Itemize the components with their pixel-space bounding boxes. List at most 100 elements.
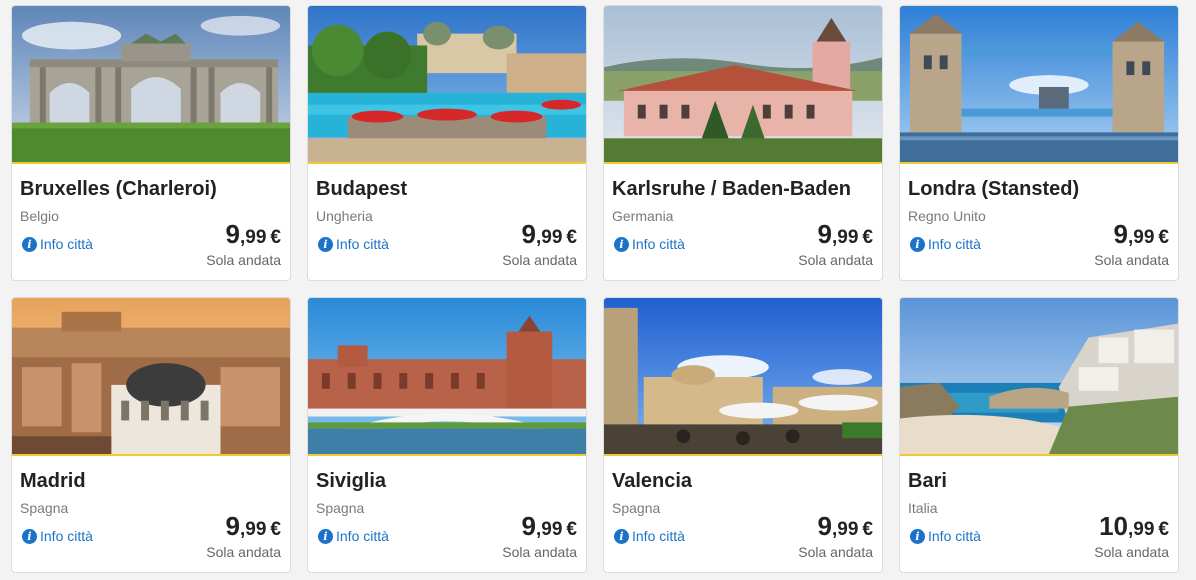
trip-type: Sola andata	[1094, 544, 1169, 560]
destination-info: Valencia Spagna i Info città 9,99 € Sola a…	[604, 456, 882, 572]
destination-price: 9,99 €	[522, 219, 577, 250]
destination-photo-valencia	[604, 298, 882, 456]
city-info-link[interactable]: i Info città	[910, 528, 981, 544]
destination-photo-siviglia	[308, 298, 586, 456]
city-info-link[interactable]: i Info città	[22, 236, 93, 252]
price-decimals: ,99	[1128, 519, 1155, 540]
destination-card-bari[interactable]: Bari Italia i Info città 10,99 € Sola anda…	[899, 297, 1179, 573]
trip-type: Sola andata	[206, 252, 281, 268]
price-decimals: ,99	[832, 519, 859, 540]
destination-city: Bari	[908, 470, 947, 492]
destination-card-siviglia[interactable]: Siviglia Spagna i Info città 9,99 € Sola a…	[307, 297, 587, 573]
destination-card-budapest[interactable]: Budapest Ungheria i Info città 9,99 € Sola…	[307, 5, 587, 281]
destination-country: Ungheria	[316, 208, 373, 224]
destination-price: 9,99 €	[818, 511, 873, 542]
price-integer: 9	[1113, 219, 1128, 249]
city-info-link[interactable]: i Info città	[318, 236, 389, 252]
destination-card-karlsruhe[interactable]: Karlsruhe / Baden-Baden Germania i Info c…	[603, 5, 883, 281]
destination-city: Bruxelles (Charleroi)	[20, 178, 217, 200]
info-circle-icon: i	[614, 528, 629, 544]
destination-price: 9,99 €	[1114, 219, 1169, 250]
destination-info: Londra (Stansted) Regno Unito i Info citt…	[900, 164, 1178, 280]
destination-country: Germania	[612, 208, 674, 224]
destination-country: Belgio	[20, 208, 59, 224]
city-info-label: Info città	[336, 528, 389, 544]
destination-photo-budapest	[308, 6, 586, 164]
destination-card-londra[interactable]: Londra (Stansted) Regno Unito i Info citt…	[899, 5, 1179, 281]
destination-city: Budapest	[316, 178, 408, 200]
destination-info: Budapest Ungheria i Info città 9,99 € Sola…	[308, 164, 586, 280]
destination-price: 9,99 €	[226, 511, 281, 542]
trip-type: Sola andata	[798, 544, 873, 560]
destination-country: Spagna	[20, 500, 69, 516]
price-decimals: ,99	[536, 227, 563, 248]
destination-city: Karlsruhe / Baden-Baden	[612, 178, 851, 200]
trip-type: Sola andata	[206, 544, 281, 560]
price-integer: 10	[1099, 511, 1128, 541]
city-info-label: Info città	[928, 528, 981, 544]
city-info-link[interactable]: i Info città	[614, 528, 685, 544]
destination-country: Italia	[908, 500, 938, 516]
trip-type: Sola andata	[798, 252, 873, 268]
price-currency: €	[862, 519, 873, 540]
city-info-label: Info città	[40, 528, 93, 544]
destination-info: Bari Italia i Info città 10,99 € Sola anda…	[900, 456, 1178, 572]
destination-photo-londra	[900, 6, 1178, 164]
destination-country: Spagna	[316, 500, 365, 516]
price-currency: €	[862, 227, 873, 248]
city-info-label: Info città	[40, 236, 93, 252]
price-integer: 9	[521, 219, 536, 249]
city-info-link[interactable]: i Info città	[910, 236, 981, 252]
destination-country: Spagna	[612, 500, 661, 516]
info-circle-icon: i	[318, 528, 333, 544]
destination-info: Bruxelles (Charleroi) Belgio i Info città…	[12, 164, 290, 280]
info-circle-icon: i	[910, 528, 925, 544]
destination-info: Karlsruhe / Baden-Baden Germania i Info c…	[604, 164, 882, 280]
price-decimals: ,99	[240, 519, 267, 540]
price-decimals: ,99	[536, 519, 563, 540]
info-circle-icon: i	[614, 236, 629, 252]
price-decimals: ,99	[240, 227, 267, 248]
destination-card-bruxelles[interactable]: Bruxelles (Charleroi) Belgio i Info città…	[11, 5, 291, 281]
destination-photo-bruxelles	[12, 6, 290, 164]
city-info-label: Info città	[336, 236, 389, 252]
destination-price: 9,99 €	[522, 511, 577, 542]
info-circle-icon: i	[22, 528, 37, 544]
city-info-label: Info città	[928, 236, 981, 252]
destination-photo-karlsruhe	[604, 6, 882, 164]
price-integer: 9	[817, 219, 832, 249]
trip-type: Sola andata	[1094, 252, 1169, 268]
price-integer: 9	[817, 511, 832, 541]
price-currency: €	[270, 519, 281, 540]
price-currency: €	[566, 227, 577, 248]
price-integer: 9	[225, 511, 240, 541]
info-circle-icon: i	[910, 236, 925, 252]
destination-country: Regno Unito	[908, 208, 986, 224]
destination-card-madrid[interactable]: Madrid Spagna i Info città 9,99 € Sola and…	[11, 297, 291, 573]
city-info-link[interactable]: i Info città	[318, 528, 389, 544]
price-currency: €	[270, 227, 281, 248]
trip-type: Sola andata	[502, 252, 577, 268]
price-currency: €	[1158, 519, 1169, 540]
price-decimals: ,99	[1128, 227, 1155, 248]
destination-price: 9,99 €	[226, 219, 281, 250]
destination-city: Valencia	[612, 470, 693, 492]
city-info-link[interactable]: i Info città	[614, 236, 685, 252]
price-integer: 9	[225, 219, 240, 249]
destination-price: 9,99 €	[818, 219, 873, 250]
destination-price: 10,99 €	[1099, 511, 1169, 542]
city-info-link[interactable]: i Info città	[22, 528, 93, 544]
destination-grid: Bruxelles (Charleroi) Belgio i Info città…	[11, 5, 1179, 573]
trip-type: Sola andata	[502, 544, 577, 560]
destination-photo-madrid	[12, 298, 290, 456]
destination-info: Madrid Spagna i Info città 9,99 € Sola and…	[12, 456, 290, 572]
price-currency: €	[1158, 227, 1169, 248]
price-integer: 9	[521, 511, 536, 541]
destination-city: Madrid	[20, 470, 86, 492]
city-info-label: Info città	[632, 236, 685, 252]
price-currency: €	[566, 519, 577, 540]
city-info-label: Info città	[632, 528, 685, 544]
destination-photo-bari	[900, 298, 1178, 456]
destination-card-valencia[interactable]: Valencia Spagna i Info città 9,99 € Sola a…	[603, 297, 883, 573]
destination-city: Siviglia	[316, 470, 387, 492]
